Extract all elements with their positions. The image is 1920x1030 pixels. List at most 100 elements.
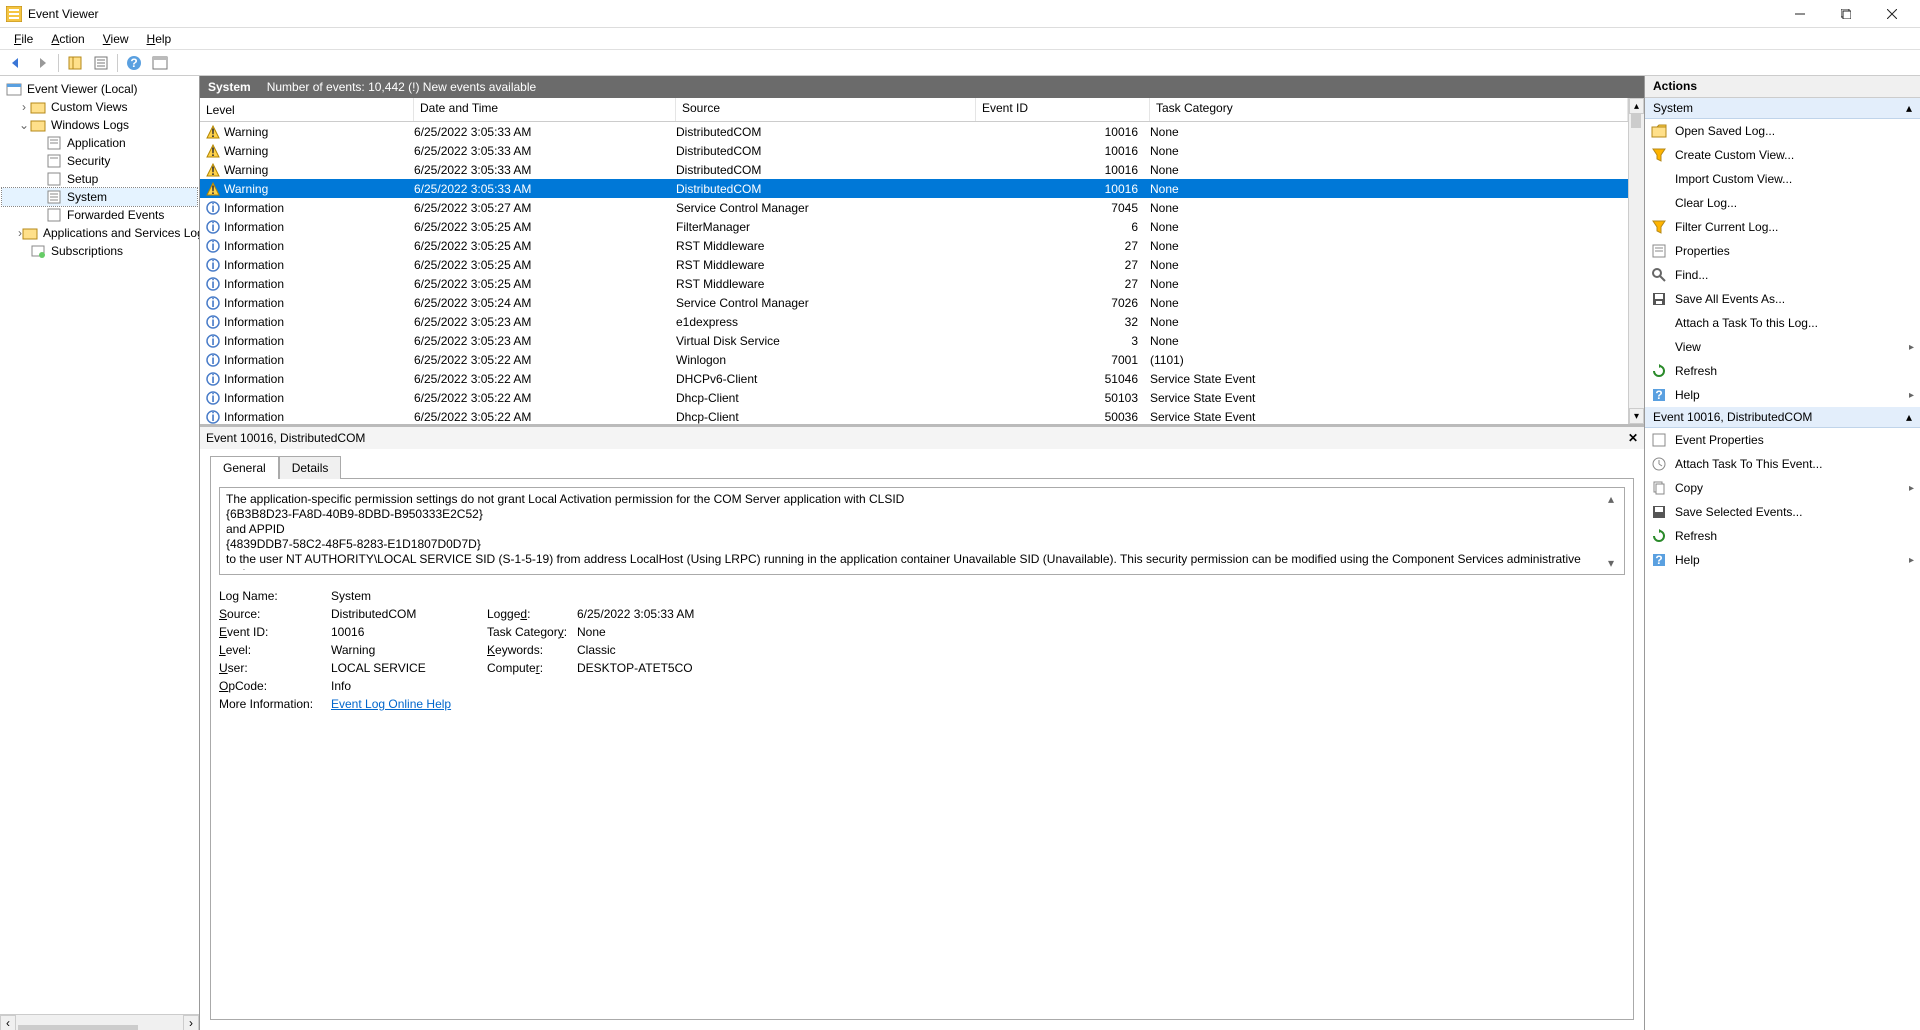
event-row[interactable]: !Warning6/25/2022 3:05:33 AMDistributedC… <box>200 179 1628 198</box>
detail-title-text: Event 10016, DistributedCOM <box>206 431 365 445</box>
svg-text:?: ? <box>1655 388 1662 402</box>
svg-text:!: ! <box>211 183 215 196</box>
event-row[interactable]: iInformation6/25/2022 3:05:25 AMRST Midd… <box>200 255 1628 274</box>
event-row[interactable]: iInformation6/25/2022 3:05:22 AMDhcp-Cli… <box>200 407 1628 424</box>
cell-date: 6/25/2022 3:05:24 AM <box>414 296 676 310</box>
action-import-custom-view[interactable]: Import Custom View... <box>1645 167 1920 191</box>
action-help-event[interactable]: ?Help▸ <box>1645 548 1920 572</box>
close-button[interactable] <box>1870 3 1914 25</box>
cell-event-id: 10016 <box>976 163 1150 177</box>
col-date[interactable]: Date and Time <box>414 98 676 121</box>
action-open-saved-log[interactable]: Open Saved Log... <box>1645 119 1920 143</box>
expand-icon[interactable]: › <box>18 100 30 114</box>
collapse-icon[interactable]: ▴ <box>1906 410 1912 424</box>
cell-date: 6/25/2022 3:05:33 AM <box>414 163 676 177</box>
tree-subscriptions[interactable]: Subscriptions <box>2 242 197 260</box>
tree-windows-logs[interactable]: ⌄ Windows Logs <box>2 116 197 134</box>
detail-header: Event 10016, DistributedCOM ✕ <box>200 427 1644 449</box>
col-source[interactable]: Source <box>676 98 976 121</box>
action-save-all-events[interactable]: Save All Events As... <box>1645 287 1920 311</box>
action-create-custom-view[interactable]: Create Custom View... <box>1645 143 1920 167</box>
event-row[interactable]: iInformation6/25/2022 3:05:25 AMFilterMa… <box>200 217 1628 236</box>
event-row[interactable]: iInformation6/25/2022 3:05:22 AMDhcp-Cli… <box>200 388 1628 407</box>
maximize-button[interactable] <box>1824 3 1868 25</box>
menu-action[interactable]: Action <box>43 30 92 48</box>
menu-help[interactable]: Help <box>139 30 180 48</box>
svg-text:i: i <box>211 239 214 253</box>
menu-bar: FFileile Action View Help <box>0 28 1920 50</box>
menu-file[interactable]: FFileile <box>6 30 41 48</box>
tree-security[interactable]: Security <box>2 152 197 170</box>
col-level[interactable]: Level <box>200 98 414 121</box>
info-icon: i <box>206 220 220 234</box>
info-icon: i <box>206 410 220 424</box>
action-refresh-event[interactable]: Refresh <box>1645 524 1920 548</box>
tree-custom-views[interactable]: › Custom Views <box>2 98 197 116</box>
tree-applications-services[interactable]: › Applications and Services Logs <box>2 224 197 242</box>
cell-date: 6/25/2022 3:05:23 AM <box>414 334 676 348</box>
tab-general[interactable]: General <box>210 456 279 479</box>
cell-date: 6/25/2022 3:05:22 AM <box>414 391 676 405</box>
cell-source: RST Middleware <box>676 258 976 272</box>
level-text: Warning <box>224 163 268 177</box>
help-button[interactable]: ? <box>122 52 146 74</box>
event-row[interactable]: iInformation6/25/2022 3:05:22 AMWinlogon… <box>200 350 1628 369</box>
properties-button[interactable] <box>89 52 113 74</box>
actions-section-event[interactable]: Event 10016, DistributedCOM▴ <box>1645 407 1920 428</box>
event-row[interactable]: iInformation6/25/2022 3:05:25 AMRST Midd… <box>200 274 1628 293</box>
cell-event-id: 10016 <box>976 125 1150 139</box>
action-properties[interactable]: Properties <box>1645 239 1920 263</box>
action-find[interactable]: Find... <box>1645 263 1920 287</box>
action-attach-task-event[interactable]: Attach Task To This Event... <box>1645 452 1920 476</box>
event-row[interactable]: iInformation6/25/2022 3:05:25 AMRST Midd… <box>200 236 1628 255</box>
val-computer: DESKTOP-ATET5CO <box>577 661 1625 675</box>
action-copy[interactable]: Copy▸ <box>1645 476 1920 500</box>
action-filter-log[interactable]: Filter Current Log... <box>1645 215 1920 239</box>
event-description: The application-specific permission sett… <box>219 487 1625 575</box>
event-list-vscrollbar[interactable]: ▴▾ <box>1628 98 1644 424</box>
cell-date: 6/25/2022 3:05:25 AM <box>414 220 676 234</box>
event-row[interactable]: iInformation6/25/2022 3:05:22 AMDHCPv6-C… <box>200 369 1628 388</box>
show-tree-button[interactable] <box>63 52 87 74</box>
event-row[interactable]: iInformation6/25/2022 3:05:23 AMVirtual … <box>200 331 1628 350</box>
tree-application[interactable]: Application <box>2 134 197 152</box>
cell-event-id: 7026 <box>976 296 1150 310</box>
action-save-selected[interactable]: Save Selected Events... <box>1645 500 1920 524</box>
action-event-properties[interactable]: Event Properties <box>1645 428 1920 452</box>
event-row[interactable]: iInformation6/25/2022 3:05:23 AMe1dexpre… <box>200 312 1628 331</box>
svg-text:?: ? <box>130 56 137 70</box>
level-text: Information <box>224 315 284 329</box>
event-row[interactable]: iInformation6/25/2022 3:05:27 AMService … <box>200 198 1628 217</box>
event-row[interactable]: iInformation6/25/2022 3:05:24 AMService … <box>200 293 1628 312</box>
minimize-button[interactable] <box>1778 3 1822 25</box>
col-event-id[interactable]: Event ID <box>976 98 1150 121</box>
cell-date: 6/25/2022 3:05:33 AM <box>414 182 676 196</box>
desc-vscrollbar[interactable]: ▴▾ <box>1604 492 1618 570</box>
event-row[interactable]: !Warning6/25/2022 3:05:33 AMDistributedC… <box>200 141 1628 160</box>
action-view[interactable]: View▸ <box>1645 335 1920 359</box>
back-button[interactable] <box>4 52 28 74</box>
forward-button[interactable] <box>30 52 54 74</box>
event-log-help-link[interactable]: Event Log Online Help <box>331 697 451 711</box>
panel-button[interactable] <box>148 52 172 74</box>
action-clear-log[interactable]: Clear Log... <box>1645 191 1920 215</box>
tab-details[interactable]: Details <box>279 456 342 479</box>
collapse-icon[interactable]: ⌄ <box>18 118 30 132</box>
action-attach-task[interactable]: Attach a Task To this Log... <box>1645 311 1920 335</box>
col-task-category[interactable]: Task Category <box>1150 98 1628 121</box>
actions-section-system[interactable]: System▴ <box>1645 98 1920 119</box>
tree-system[interactable]: System <box>2 188 197 206</box>
tree-hscrollbar[interactable]: ‹› <box>0 1014 199 1030</box>
event-row[interactable]: !Warning6/25/2022 3:05:33 AMDistributedC… <box>200 160 1628 179</box>
level-text: Warning <box>224 182 268 196</box>
menu-view[interactable]: View <box>95 30 137 48</box>
action-help[interactable]: ?Help▸ <box>1645 383 1920 407</box>
action-refresh[interactable]: Refresh <box>1645 359 1920 383</box>
tree-forwarded-events[interactable]: Forwarded Events <box>2 206 197 224</box>
tree-root[interactable]: Event Viewer (Local) <box>2 80 197 98</box>
info-icon: i <box>206 277 220 291</box>
tree-setup[interactable]: Setup <box>2 170 197 188</box>
collapse-icon[interactable]: ▴ <box>1906 101 1912 115</box>
close-detail-button[interactable]: ✕ <box>1628 431 1638 445</box>
event-row[interactable]: !Warning6/25/2022 3:05:33 AMDistributedC… <box>200 122 1628 141</box>
